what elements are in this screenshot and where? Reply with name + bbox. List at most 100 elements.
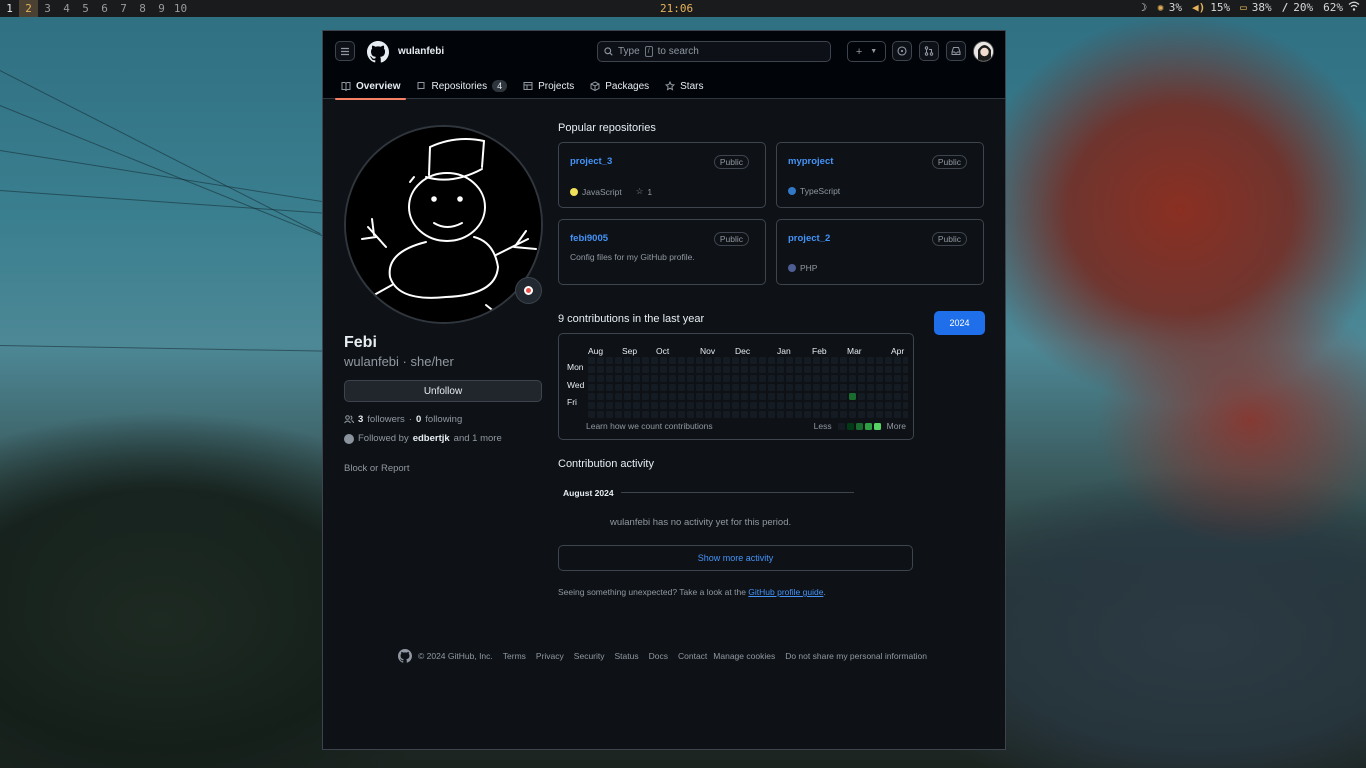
contribution-day-cell[interactable] [876,402,883,409]
followers-link[interactable]: followers [367,414,405,425]
contribution-day-cell[interactable] [867,411,874,418]
contribution-day-cell[interactable] [597,402,604,409]
contribution-day-cell[interactable] [669,384,676,391]
contribution-day-cell[interactable] [642,411,649,418]
contribution-day-cell[interactable] [606,357,613,364]
contribution-day-cell[interactable] [840,402,847,409]
contribution-day-cell[interactable] [651,402,658,409]
contribution-day-cell[interactable] [831,411,838,418]
contribution-day-cell[interactable] [804,402,811,409]
contribution-grid[interactable] [588,357,908,419]
contribution-day-cell[interactable] [741,411,748,418]
contribution-day-cell[interactable] [678,384,685,391]
issues-button[interactable] [892,41,912,61]
contribution-day-cell[interactable] [660,357,667,364]
contribution-day-cell[interactable] [867,402,874,409]
contribution-day-cell[interactable] [840,366,847,373]
workspace-9[interactable]: 9 [152,0,171,17]
contribution-day-cell[interactable] [768,402,775,409]
contribution-day-cell[interactable] [651,357,658,364]
contribution-day-cell[interactable] [858,411,865,418]
contribution-day-cell[interactable] [660,402,667,409]
contribution-day-cell[interactable] [633,366,640,373]
status-emoji-button[interactable] [515,277,542,304]
contribution-day-cell[interactable] [696,402,703,409]
contribution-day-cell[interactable] [777,384,784,391]
contribution-day-cell[interactable] [903,384,908,391]
contribution-day-cell[interactable] [597,393,604,400]
contribution-day-cell[interactable] [732,411,739,418]
contribution-day-cell[interactable] [894,384,901,391]
contribution-day-cell[interactable] [804,411,811,418]
user-avatar-menu[interactable] [973,41,994,62]
contribution-day-cell[interactable] [687,357,694,364]
contribution-day-cell[interactable] [768,375,775,382]
contribution-day-cell[interactable] [642,384,649,391]
contribution-day-cell[interactable] [786,366,793,373]
workspace-4[interactable]: 4 [57,0,76,17]
contribution-day-cell[interactable] [624,384,631,391]
contribution-day-cell[interactable] [606,366,613,373]
contribution-day-cell[interactable] [885,402,892,409]
github-logo-icon[interactable] [367,41,389,63]
contribution-day-cell[interactable] [633,357,640,364]
contribution-day-cell[interactable] [714,357,721,364]
contribution-day-cell[interactable] [759,366,766,373]
contribution-day-cell[interactable] [795,375,802,382]
footer-link-docs[interactable]: Docs [649,651,668,661]
contribution-day-cell[interactable] [606,402,613,409]
contribution-day-cell[interactable] [795,366,802,373]
footer-link-status[interactable]: Status [615,651,639,661]
contribution-day-cell[interactable] [651,393,658,400]
contribution-day-cell[interactable] [633,411,640,418]
contribution-day-cell[interactable] [876,384,883,391]
footer-link-security[interactable]: Security [574,651,605,661]
contribution-day-cell[interactable] [768,366,775,373]
contribution-day-cell[interactable] [858,357,865,364]
contribution-day-cell[interactable] [678,393,685,400]
contribution-day-cell[interactable] [633,384,640,391]
contribution-day-cell[interactable] [903,375,908,382]
contribution-day-cell[interactable] [615,411,622,418]
repo-link[interactable]: myproject [788,156,833,167]
contribution-day-cell[interactable] [642,366,649,373]
contribution-day-cell[interactable] [624,375,631,382]
contribution-day-cell[interactable] [669,402,676,409]
contribution-day-cell[interactable] [858,402,865,409]
contribution-day-cell[interactable] [750,375,757,382]
contribution-day-cell[interactable] [786,357,793,364]
profile-guide-link[interactable]: GitHub profile guide [748,587,823,597]
contribution-day-cell[interactable] [678,357,685,364]
contribution-day-cell[interactable] [696,384,703,391]
contribution-day-cell[interactable] [831,366,838,373]
contribution-day-cell[interactable] [759,411,766,418]
contribution-day-cell[interactable] [732,393,739,400]
disk-indicator[interactable]: /20% [1282,1,1314,14]
contribution-day-cell[interactable] [885,357,892,364]
contribution-day-cell[interactable] [849,384,856,391]
contribution-day-cell[interactable] [624,366,631,373]
github-mark-icon[interactable] [398,649,412,663]
repo-link[interactable]: febi9005 [570,233,608,244]
pull-requests-button[interactable] [919,41,939,61]
following-count[interactable]: 0 [416,414,421,425]
contribution-day-cell[interactable] [696,357,703,364]
star-icon[interactable]: ☆ [636,186,644,197]
contribution-day-cell[interactable] [651,366,658,373]
contribution-day-cell[interactable] [660,366,667,373]
contribution-day-cell[interactable] [804,384,811,391]
contribution-day-cell[interactable] [876,411,883,418]
menu-button[interactable] [335,41,355,61]
contribution-day-cell[interactable] [822,366,829,373]
workspace-5[interactable]: 5 [76,0,95,17]
contribution-day-cell[interactable] [633,375,640,382]
contribution-day-cell[interactable] [678,375,685,382]
contribution-day-cell[interactable] [696,393,703,400]
follower-avatar[interactable] [344,433,354,444]
contribution-day-cell[interactable] [849,411,856,418]
contribution-day-cell[interactable] [831,402,838,409]
contribution-day-cell[interactable] [741,384,748,391]
tab-packages[interactable]: Packages [582,73,657,99]
contribution-day-cell[interactable] [723,402,730,409]
followed-by-user-link[interactable]: edbertjk [413,433,450,444]
